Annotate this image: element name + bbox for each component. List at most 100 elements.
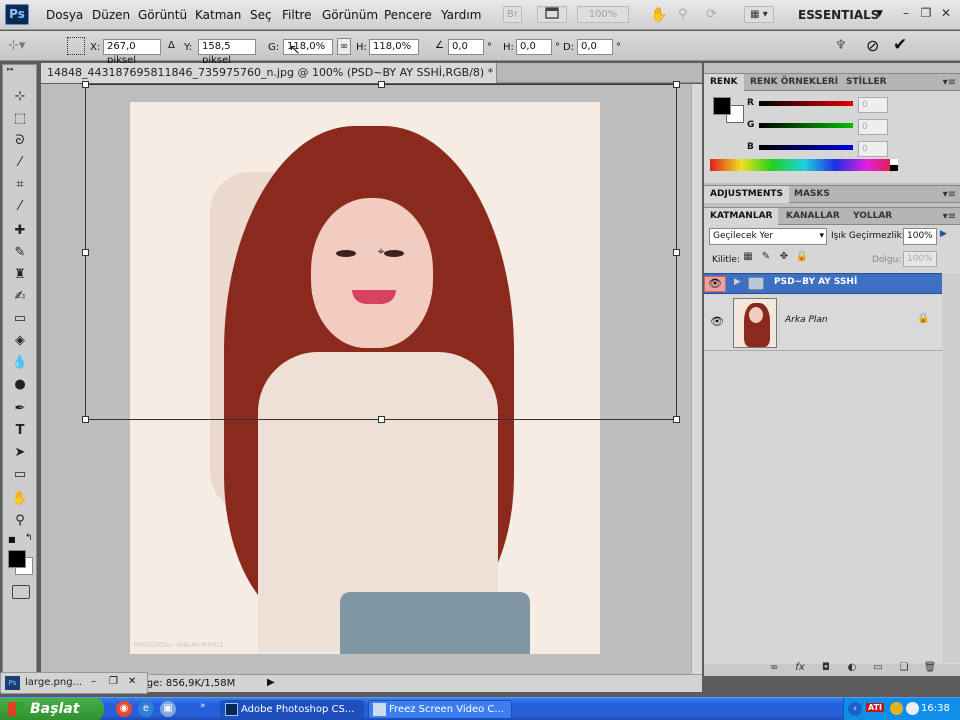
transform-handle-t[interactable] (378, 81, 385, 88)
lock-transparent-pixels-icon[interactable]: ▦ (741, 251, 755, 265)
panel-menu-icon[interactable]: ▾≡ (943, 74, 956, 91)
horizontal-skew-input[interactable]: 0,0 (516, 39, 552, 55)
menu-help[interactable]: Yardım (441, 8, 481, 22)
transform-handle-tr[interactable] (673, 81, 680, 88)
menu-image[interactable]: Görüntü (138, 8, 187, 22)
document-tab[interactable]: 14848_443187695811846_735975760_n.jpg @ … (41, 63, 497, 83)
brush-tool-icon[interactable]: ✎ (9, 243, 31, 263)
bridge-button[interactable]: Br (503, 6, 522, 23)
rotate-view-icon[interactable]: ⟳ (706, 7, 717, 22)
close-icon[interactable]: ✕ (128, 676, 136, 687)
chevron-down-icon[interactable]: ▼ (876, 9, 883, 19)
slider-g-value[interactable]: 0 (858, 119, 888, 135)
quick-select-tool-icon[interactable]: ⁄ (9, 153, 31, 173)
tab-adjustments[interactable]: ADJUSTMENTS (704, 186, 789, 203)
layers-scrollbar[interactable] (942, 273, 960, 663)
warp-mode-icon[interactable]: ♆ (835, 38, 847, 53)
layer-row-group[interactable]: 👁 ▶ PSD~BY AY SSHİ (704, 273, 942, 294)
visibility-eye-icon[interactable]: 👁 (706, 315, 728, 328)
panel-menu-icon[interactable]: ▾≡ (943, 208, 956, 225)
menu-window[interactable]: Pencere (384, 8, 432, 22)
quick-mask-icon[interactable] (12, 585, 30, 599)
transform-handle-r[interactable] (673, 249, 680, 256)
eraser-tool-icon[interactable]: ▭ (9, 309, 31, 329)
transform-handle-bl[interactable] (82, 416, 89, 423)
panel-menu-icon[interactable]: ▾≡ (943, 186, 956, 203)
path-selection-tool-icon[interactable]: ➤ (9, 443, 31, 463)
layer-row-background[interactable]: 👁 Arka Plan 🔒 (704, 295, 942, 351)
menu-edit[interactable]: Düzen (92, 8, 130, 22)
hand-icon[interactable]: ✋ (650, 7, 667, 23)
menu-filter[interactable]: Filtre (282, 8, 311, 22)
layer-style-icon[interactable]: fx (790, 662, 810, 673)
tab-swatches[interactable]: RENK ÖRNEKLERİ (744, 74, 844, 91)
menu-layer[interactable]: Katman (195, 8, 241, 22)
x-position-input[interactable]: 267,0 piksel (103, 39, 161, 66)
move-tool-preset-icon[interactable]: ⊹▾ (8, 38, 25, 53)
add-mask-icon[interactable]: ◘ (816, 662, 836, 673)
swap-colors-icon[interactable]: ↰ (25, 533, 33, 543)
link-layers-icon[interactable]: ∞ (764, 662, 784, 673)
blend-mode-select[interactable]: Geçilecek Yer ▾ (709, 228, 827, 245)
restore-icon[interactable]: ❐ (109, 676, 118, 687)
reference-point-icon[interactable] (67, 37, 85, 55)
lock-all-icon[interactable]: 🔒 (795, 251, 809, 265)
menu-select[interactable]: Seç (250, 8, 272, 22)
task-freez-screen[interactable]: Freez Screen Video C... (368, 700, 512, 719)
tray-expand-icon[interactable]: ‹ (848, 702, 862, 716)
arrange-documents-button[interactable]: ▦ ▾ (744, 6, 774, 23)
tray-volume-icon[interactable] (906, 702, 919, 715)
delete-layer-icon[interactable]: 🗑 (920, 662, 940, 673)
transform-handle-br[interactable] (673, 416, 680, 423)
clone-stamp-tool-icon[interactable]: ♜ (9, 265, 31, 285)
slider-r[interactable] (759, 101, 853, 106)
lock-image-pixels-icon[interactable]: ✎ (759, 251, 773, 265)
transform-handle-tl[interactable] (82, 81, 89, 88)
minimize-icon[interactable]: – (898, 5, 914, 21)
default-colors-icon[interactable]: ■ (8, 535, 16, 544)
internet-explorer-icon[interactable]: e (138, 701, 154, 717)
workspace-switcher[interactable]: ESSENTIALS (798, 8, 879, 22)
hand-tool-icon[interactable]: ✋ (9, 489, 31, 509)
marquee-tool-icon[interactable]: ⬚ (9, 109, 31, 129)
transform-handle-l[interactable] (82, 249, 89, 256)
blur-tool-icon[interactable]: 💧 (9, 353, 31, 373)
expand-group-icon[interactable]: ▶ (734, 277, 741, 287)
minimize-icon[interactable]: – (91, 676, 96, 687)
delta-icon[interactable]: Δ (168, 40, 175, 51)
paint-bucket-tool-icon[interactable]: ◈ (9, 331, 31, 351)
type-tool-icon[interactable]: T (9, 421, 31, 441)
visibility-eye-icon[interactable]: 👁 (704, 276, 726, 292)
chrome-icon[interactable]: ◉ (116, 701, 132, 717)
crop-tool-icon[interactable]: ⌗ (9, 175, 31, 195)
slider-g[interactable] (759, 123, 853, 128)
close-icon[interactable]: ✕ (938, 5, 954, 21)
height-scale-input[interactable]: 118,0% (369, 39, 419, 55)
transform-pivot-icon[interactable]: ⌖ (374, 244, 388, 258)
move-tool-icon[interactable]: ⊹ (9, 87, 31, 107)
slider-b-value[interactable]: 0 (858, 141, 888, 157)
y-position-input[interactable]: 158,5 piksel (198, 39, 256, 66)
zoom-dropdown[interactable]: 100% (577, 6, 629, 23)
tab-color[interactable]: RENK (704, 74, 744, 91)
opacity-slider-arrow-icon[interactable]: ▶ (940, 229, 947, 239)
restore-icon[interactable]: ❐ (918, 5, 934, 21)
ati-icon[interactable]: ATI (866, 703, 885, 712)
new-group-icon[interactable]: ▭ (868, 662, 888, 673)
foreground-color-swatch[interactable] (8, 550, 26, 568)
vertical-skew-input[interactable]: 0,0 (577, 39, 613, 55)
minimized-document[interactable]: Ps large.png... – ❐ ✕ (0, 672, 148, 694)
healing-brush-tool-icon[interactable]: ✚ (9, 221, 31, 241)
menu-view[interactable]: Görünüm (322, 8, 378, 22)
collapse-icon[interactable]: ▸▸ (7, 65, 14, 73)
dodge-tool-icon[interactable]: ● (9, 375, 31, 395)
new-layer-icon[interactable]: ❏ (894, 662, 914, 673)
tab-styles[interactable]: STİLLER (840, 74, 893, 91)
rotate-angle-input[interactable]: 0,0 (448, 39, 484, 55)
spectrum-black[interactable] (890, 165, 898, 171)
lock-position-icon[interactable]: ✥ (777, 251, 791, 265)
link-icon[interactable]: ∞ (337, 38, 351, 55)
fill-input[interactable]: 100% (903, 251, 937, 267)
lasso-tool-icon[interactable]: ᘐ (9, 131, 31, 151)
slider-b[interactable] (759, 145, 853, 150)
